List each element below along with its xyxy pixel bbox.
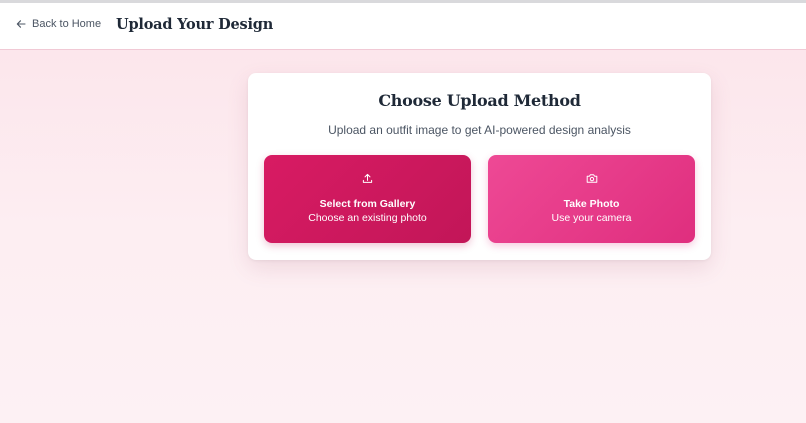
take-photo-button[interactable]: Take Photo Use your camera	[488, 155, 695, 243]
gallery-button-label: Select from Gallery	[319, 198, 416, 210]
back-to-home-label: Back to Home	[32, 18, 102, 30]
camera-button-sublabel: Use your camera	[551, 212, 632, 224]
upload-icon	[264, 173, 471, 184]
page-title: Upload Your Design	[116, 16, 274, 33]
gallery-button-sublabel: Choose an existing photo	[308, 212, 427, 224]
page-header: Back to Home Upload Your Design	[0, 3, 806, 50]
back-to-home-link[interactable]: Back to Home	[16, 18, 101, 30]
upload-method-card: Choose Upload Method Upload an outfit im…	[248, 73, 711, 260]
card-subtitle: Upload an outfit image to get AI-powered…	[328, 123, 631, 137]
camera-button-label: Take Photo	[563, 198, 620, 210]
card-title: Choose Upload Method	[378, 91, 581, 110]
camera-icon	[488, 173, 695, 184]
arrow-left-icon	[16, 19, 26, 29]
select-from-gallery-button[interactable]: Select from Gallery Choose an existing p…	[264, 155, 471, 243]
